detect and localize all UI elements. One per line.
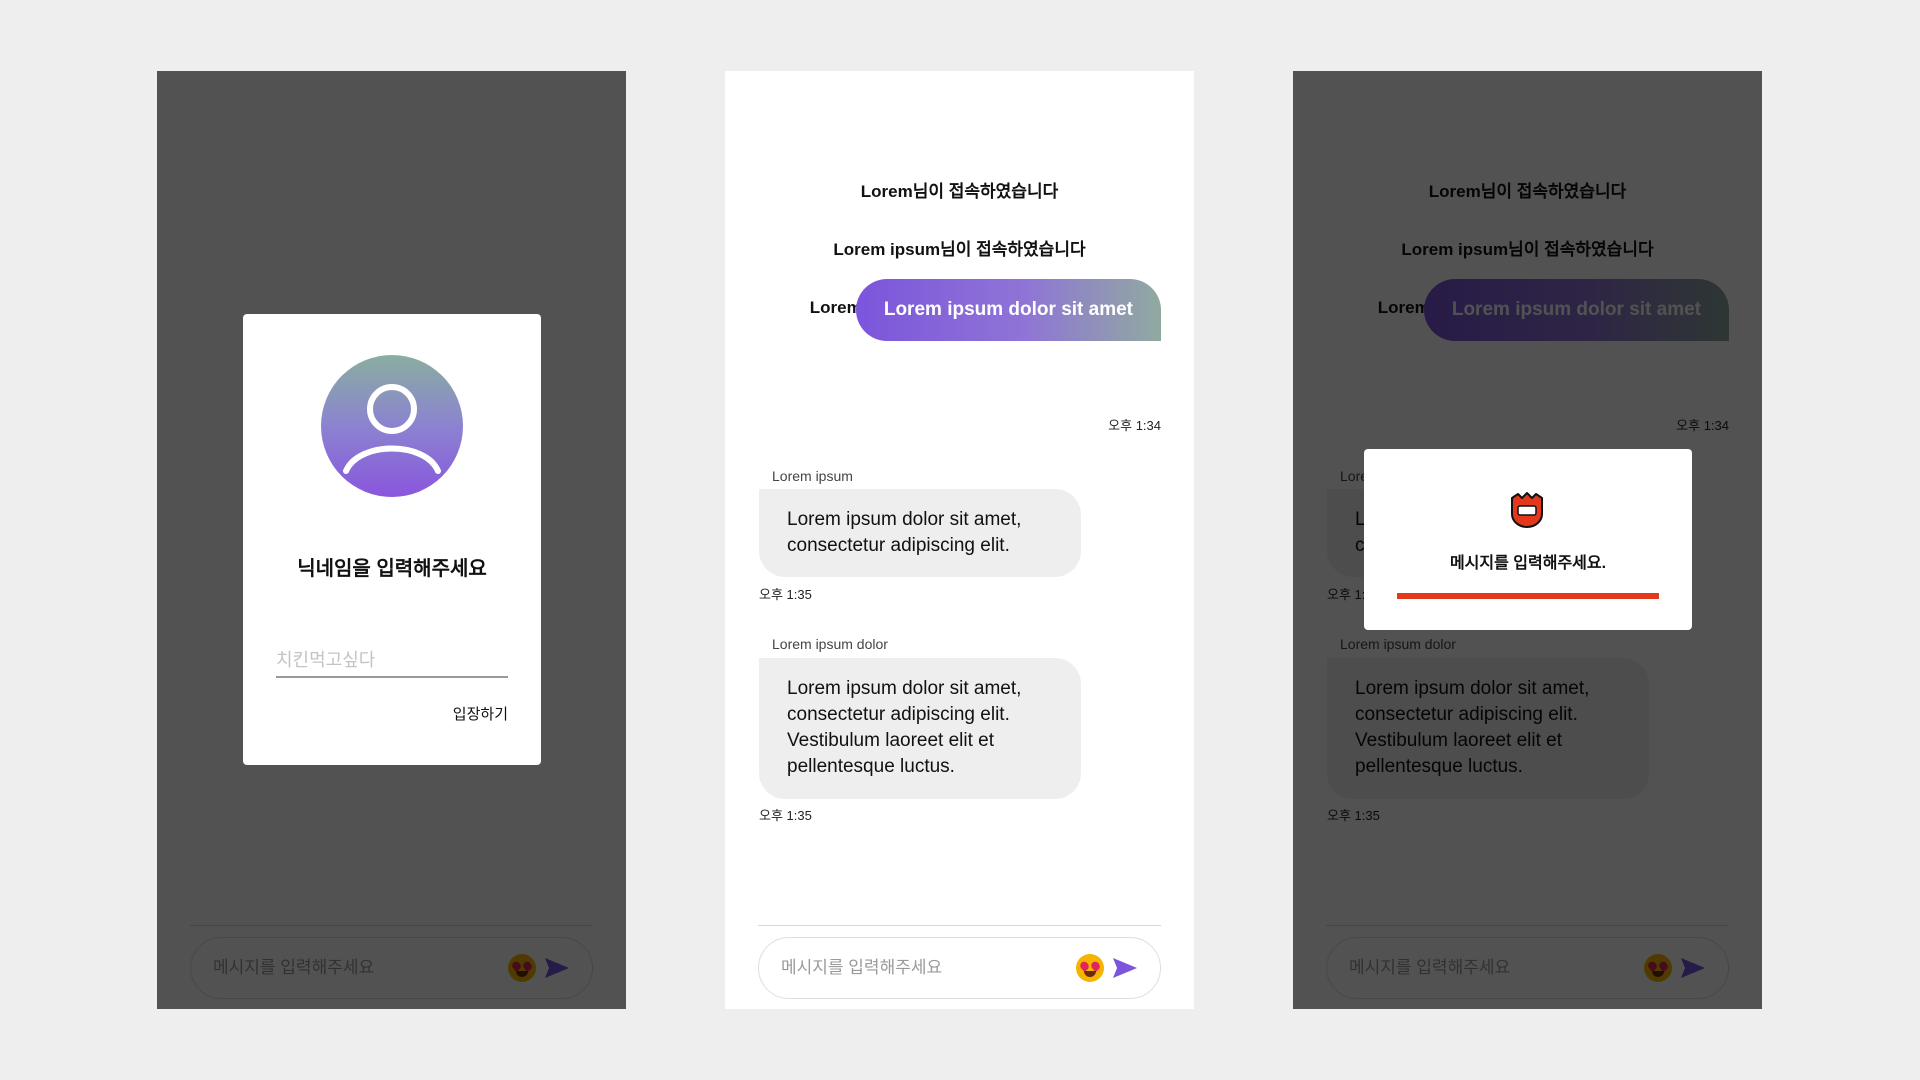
message-time: 오후 1:35 — [759, 808, 812, 823]
user-icon — [321, 355, 463, 497]
nickname-modal-title: 닉네임을 입력해주세요 — [297, 558, 487, 580]
other-message-bubble: Lorem ipsum dolor sit amet, consectetur … — [759, 658, 1081, 799]
system-message: Lorem ipsum님이 접속하였습니다 — [833, 240, 1086, 259]
enter-button[interactable]: 입장하기 — [453, 703, 508, 724]
message-line: consectetur adipiscing elit. — [787, 535, 1010, 556]
alert-progress-bar — [1397, 593, 1659, 599]
message-line: Lorem ipsum dolor sit amet, — [787, 678, 1022, 699]
message-input-bar — [758, 937, 1161, 999]
alert-modal: 메시지를 입력해주세요. — [1364, 449, 1692, 630]
message-time: 오후 1:35 — [759, 587, 812, 602]
alert-message: 메시지를 입력해주세요. — [1449, 555, 1607, 572]
sender-name: Lorem ipsum dolor — [772, 636, 888, 652]
nickname-modal: 닉네임을 입력해주세요 입장하기 — [243, 314, 541, 765]
sender-name: Lorem ipsum — [772, 468, 853, 484]
angry-face-icon — [1508, 490, 1546, 528]
message-line: consectetur adipiscing elit. — [787, 704, 1010, 725]
other-message-bubble: Lorem ipsum dolor sit amet, consectetur … — [759, 489, 1081, 577]
message-line: pellentesque luctus. — [787, 756, 955, 777]
phone-nickname-screen: 닉네임을 입력해주세요 입장하기 — [157, 71, 626, 1009]
my-message-bubble: Lorem ipsum dolor sit amet — [855, 279, 1161, 341]
system-message: Lorem님이 접속하였습니다 — [860, 182, 1059, 201]
message-line: Lorem ipsum dolor sit amet, — [787, 509, 1022, 530]
phone-chat-screen: Lorem님이 접속하였습니다 Lorem ipsum님이 접속하였습니다 Lo… — [725, 71, 1194, 1009]
message-time: 오후 1:34 — [1108, 418, 1161, 433]
phone-alert-screen: Lorem님이 접속하였습니다 Lorem ipsum님이 접속하였습니다 Lo… — [1293, 71, 1762, 1009]
input-divider — [758, 925, 1161, 926]
nickname-input[interactable] — [276, 644, 508, 678]
chat-area: Lorem님이 접속하였습니다 Lorem ipsum님이 접속하였습니다 Lo… — [725, 71, 1194, 911]
send-arrow-icon[interactable] — [1112, 957, 1138, 979]
message-line: Vestibulum laoreet elit et — [787, 730, 995, 751]
heart-eyes-emoji-icon[interactable] — [1076, 954, 1104, 982]
message-input[interactable] — [781, 958, 1076, 978]
